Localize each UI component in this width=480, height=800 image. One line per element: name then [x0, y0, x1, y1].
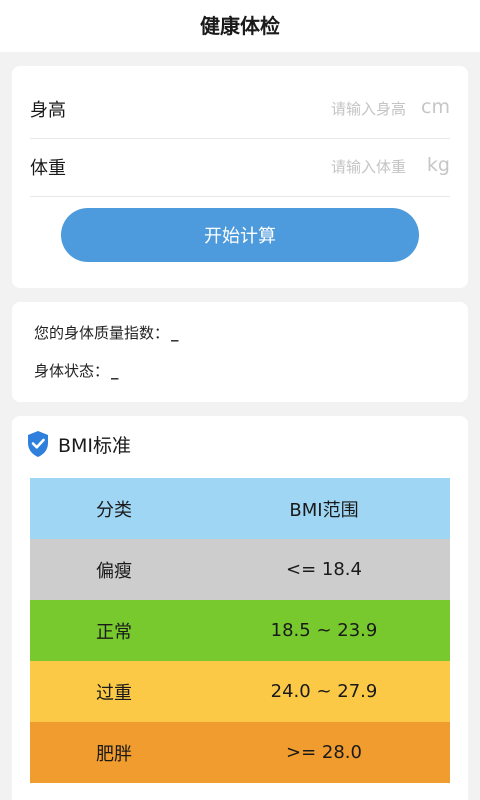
- table-row-obese: 肥胖 >= 28.0: [30, 722, 450, 783]
- bmi-result-label: 您的身体质量指数：: [34, 324, 170, 342]
- table-header-row: 分类 BMI范围: [30, 478, 450, 539]
- column-header-range: BMI范围: [289, 499, 359, 521]
- bmi-standard-card: BMI标准 分类 BMI范围 偏瘦 <= 18.4 正常 18.5 ~ 23.9…: [12, 416, 468, 800]
- bmi-result-value: _: [171, 324, 179, 342]
- status-result-value: _: [111, 362, 119, 380]
- height-row: 身高 cm: [30, 82, 450, 139]
- height-input[interactable]: [246, 100, 406, 118]
- shield-check-icon: [28, 431, 48, 457]
- column-header-category: 分类: [96, 499, 132, 521]
- input-card: 身高 cm 体重 kg 开始计算: [12, 66, 468, 288]
- status-result-label: 身体状态：: [34, 362, 110, 380]
- range-cell: <= 18.4: [286, 559, 362, 580]
- result-card: 您的身体质量指数： _ 身体状态： _: [12, 302, 468, 402]
- top-bar: 健康体检: [0, 0, 480, 52]
- status-result: 身体状态： _: [34, 360, 119, 381]
- bmi-standard-table: 分类 BMI范围 偏瘦 <= 18.4 正常 18.5 ~ 23.9 过重 24…: [30, 478, 450, 783]
- calculate-button[interactable]: 开始计算: [61, 208, 419, 262]
- range-cell: >= 28.0: [286, 742, 362, 763]
- weight-input[interactable]: [246, 158, 406, 176]
- weight-row: 体重 kg: [30, 140, 450, 197]
- range-cell: 18.5 ~ 23.9: [270, 620, 378, 641]
- weight-unit: kg: [426, 154, 450, 176]
- category-cell: 正常: [96, 621, 132, 643]
- weight-label: 体重: [30, 158, 66, 179]
- bmi-result: 您的身体质量指数： _: [34, 322, 179, 343]
- table-row-overweight: 过重 24.0 ~ 27.9: [30, 661, 450, 722]
- category-cell: 偏瘦: [96, 560, 132, 582]
- table-row-normal: 正常 18.5 ~ 23.9: [30, 600, 450, 661]
- category-cell: 过重: [96, 682, 132, 704]
- height-label: 身高: [30, 100, 66, 121]
- category-cell: 肥胖: [96, 743, 132, 765]
- range-cell: 24.0 ~ 27.9: [270, 681, 378, 702]
- table-row-underweight: 偏瘦 <= 18.4: [30, 539, 450, 600]
- page-title: 健康体检: [200, 14, 280, 38]
- bmi-standard-title: BMI标准: [58, 435, 132, 457]
- height-unit: cm: [421, 96, 450, 118]
